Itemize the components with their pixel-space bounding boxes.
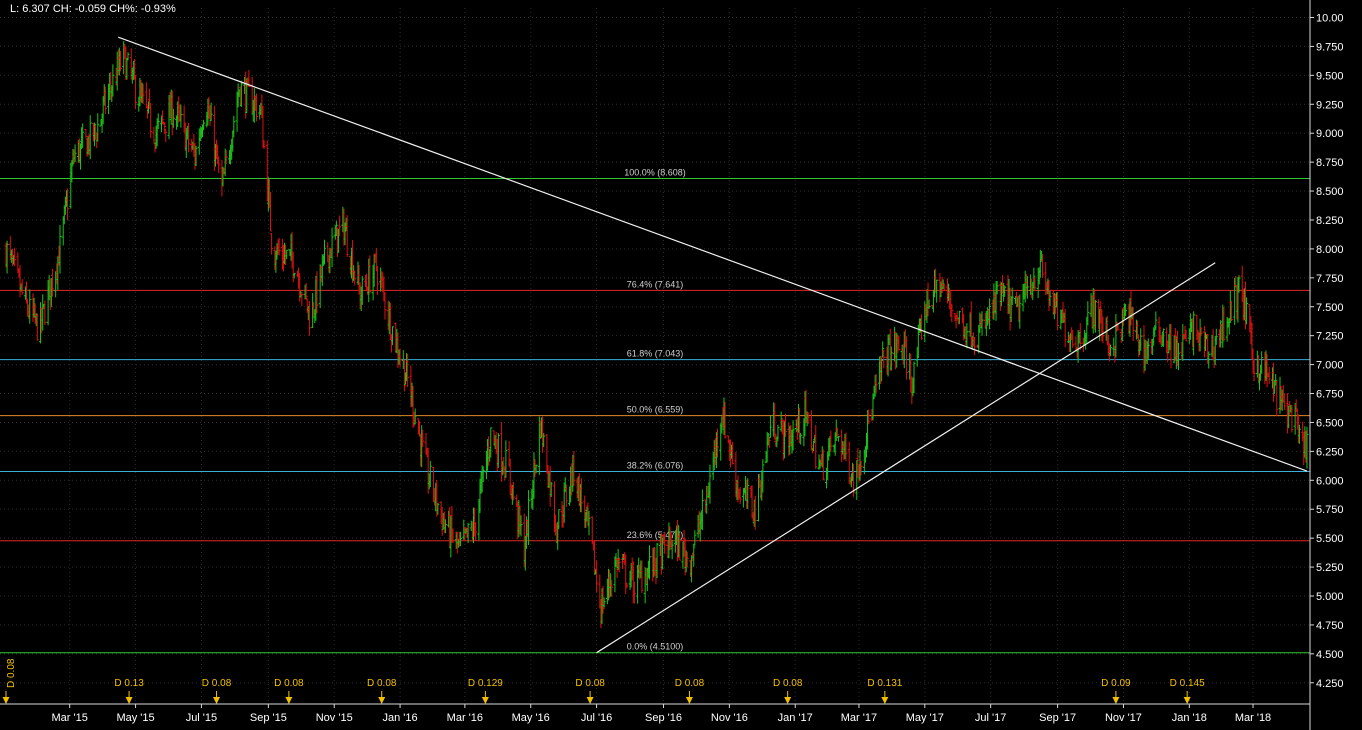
y-tick-label: 7.000 — [1316, 360, 1344, 372]
dividend-arrow-icon — [481, 697, 489, 704]
y-tick-label: 4.750 — [1316, 620, 1344, 632]
y-tick-label: 6.500 — [1316, 417, 1344, 429]
fib-level-label: 0.0% (4.5100) — [627, 642, 684, 652]
trendline — [118, 36, 1308, 472]
fib-level-label: 50.0% (6.559) — [627, 405, 684, 415]
x-tick-label: May '15 — [116, 712, 154, 724]
dividend-arrow-icon — [586, 697, 594, 704]
dividend-marker: D 0.09 — [1101, 678, 1131, 704]
dividend-label: D 0.08 — [6, 658, 17, 688]
x-tick-label: Mar '15 — [52, 712, 88, 724]
x-tick-label: Mar '18 — [1235, 712, 1271, 724]
y-tick-label: 6.750 — [1316, 389, 1344, 401]
dividend-label: D 0.131 — [867, 678, 902, 689]
y-tick-label: 7.750 — [1316, 273, 1344, 285]
dividend-arrow-icon — [378, 697, 386, 704]
y-tick-label: 9.250 — [1316, 99, 1344, 111]
dividend-label: D 0.13 — [114, 678, 144, 689]
y-tick-label: 5.750 — [1316, 504, 1344, 516]
x-tick-label: Sep '16 — [645, 712, 682, 724]
fib-level-label: 23.6% (5.477) — [627, 530, 684, 540]
trendline — [596, 262, 1216, 654]
fib-level-label: 100.0% (8.608) — [624, 168, 686, 178]
dividend-arrow-icon — [125, 697, 133, 704]
x-tick-label: May '17 — [906, 712, 944, 724]
dividend-arrow-icon — [1112, 697, 1120, 704]
fib-level-label: 61.8% (7.043) — [627, 349, 684, 359]
dividend-marker: D 0.08 — [202, 678, 232, 704]
dividend-marker: D 0.08 — [367, 678, 397, 704]
x-tick-label: Jul '16 — [581, 712, 612, 724]
y-tick-label: 4.250 — [1316, 678, 1344, 690]
dividend-label: D 0.08 — [274, 678, 304, 689]
dividend-arrow-icon — [881, 697, 889, 704]
dividend-layer: D 0.08 D 0.13 D 0.08 D 0.08 D 0.08 D 0.129 D 0… — [2, 658, 1205, 704]
x-tick-label: May '16 — [512, 712, 550, 724]
dividend-arrow-icon — [685, 697, 693, 704]
x-tick-label: Sep '17 — [1039, 712, 1076, 724]
dividend-marker: D 0.13 — [114, 678, 144, 704]
y-tick-label: 7.250 — [1316, 331, 1344, 343]
y-tick-label: 8.500 — [1316, 186, 1344, 198]
dividend-label: D 0.08 — [773, 678, 803, 689]
dividend-label: D 0.08 — [675, 678, 705, 689]
dividend-label: D 0.129 — [468, 678, 503, 689]
dividend-label: D 0.08 — [575, 678, 605, 689]
y-tick-label: 10.00 — [1316, 13, 1344, 25]
fib-level-label: 38.2% (6.076) — [627, 461, 684, 471]
dividend-arrow-icon — [285, 697, 293, 704]
dividend-marker: D 0.08 — [675, 678, 705, 704]
dividend-marker: D 0.08 — [2, 658, 17, 704]
x-tick-label: Nov '17 — [1105, 712, 1142, 724]
y-tick-label: 8.250 — [1316, 215, 1344, 227]
y-tick-label: 7.500 — [1316, 302, 1344, 314]
dividend-label: D 0.08 — [202, 678, 232, 689]
x-tick-label: Jan '18 — [1172, 712, 1207, 724]
x-tick-label: Mar '17 — [841, 712, 877, 724]
y-tick-label: 5.500 — [1316, 533, 1344, 545]
dividend-arrow-icon — [213, 697, 221, 704]
x-tick-label: Jan '16 — [383, 712, 418, 724]
dividend-label: D 0.145 — [1170, 678, 1205, 689]
y-tick-label: 9.500 — [1316, 70, 1344, 82]
dividend-marker: D 0.145 — [1170, 678, 1205, 704]
y-tick-label: 4.500 — [1316, 649, 1344, 661]
fibonacci-layer: 100.0% (8.608) 76.4% (7.641) 61.8% (7.043)… — [0, 168, 1310, 654]
y-tick-label: 5.250 — [1316, 562, 1344, 574]
trendline-layer — [118, 36, 1308, 654]
y-tick-label: 6.250 — [1316, 446, 1344, 458]
y-tick-label: 6.000 — [1316, 475, 1344, 487]
x-tick-label: Jan '17 — [778, 712, 813, 724]
dividend-marker: D 0.08 — [274, 678, 304, 704]
dividend-label: D 0.09 — [1101, 678, 1131, 689]
y-tick-label: 9.000 — [1316, 128, 1344, 140]
x-tick-label: Nov '15 — [316, 712, 353, 724]
dividend-marker: D 0.131 — [867, 678, 903, 704]
dividend-marker: D 0.129 — [468, 678, 503, 704]
fib-level-label: 76.4% (7.641) — [627, 279, 684, 289]
y-tick-label: 8.750 — [1316, 157, 1344, 169]
dividend-arrow-icon — [784, 697, 792, 704]
x-tick-label: Sep '15 — [250, 712, 287, 724]
dividend-arrow-icon — [2, 697, 10, 704]
y-tick-label: 8.000 — [1316, 244, 1344, 256]
x-tick-label: Jul '17 — [975, 712, 1006, 724]
x-tick-label: Nov '16 — [711, 712, 748, 724]
x-tick-label: Mar '16 — [447, 712, 483, 724]
dividend-marker: D 0.08 — [575, 678, 605, 704]
dividend-label: D 0.08 — [367, 678, 397, 689]
price-bars-layer — [4, 41, 1309, 629]
dividend-marker: D 0.08 — [773, 678, 803, 704]
x-tick-label: Jul '15 — [186, 712, 217, 724]
price-chart[interactable]: 100.0% (8.608) 76.4% (7.641) 61.8% (7.043)… — [0, 0, 1362, 730]
y-tick-label: 9.750 — [1316, 41, 1344, 53]
y-tick-label: 5.000 — [1316, 591, 1344, 603]
